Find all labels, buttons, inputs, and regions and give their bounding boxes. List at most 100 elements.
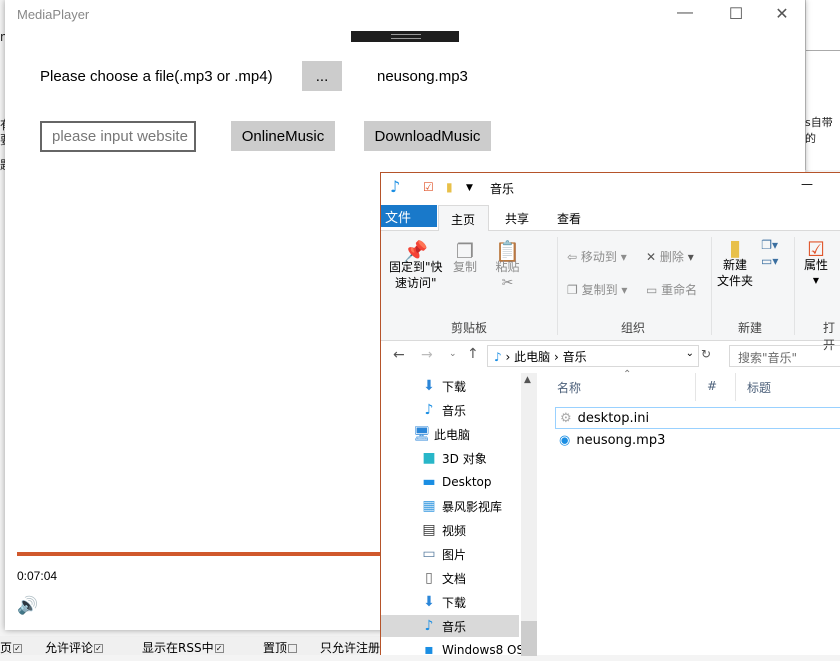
properties-label: 属性 xyxy=(804,258,829,272)
new-folder-label: 新建 xyxy=(723,258,748,272)
properties-button[interactable]: ☑ 属性 ▼ xyxy=(804,237,829,289)
forward-icon[interactable]: → xyxy=(421,347,433,363)
drive-icon: ▪ xyxy=(424,642,434,658)
paste-button[interactable]: 📋 粘贴 ✂ xyxy=(495,239,520,291)
group-label: 新建 xyxy=(738,321,763,335)
paste-label: 粘贴 xyxy=(495,260,520,274)
nav-item-documents[interactable]: ▯ 文档 xyxy=(421,567,466,589)
file-row[interactable]: ◉ neusong.mp3 xyxy=(555,429,840,451)
cut-icon[interactable]: ✂ xyxy=(495,275,520,291)
nav-item-downloads[interactable]: ⬇ 下载 xyxy=(421,375,466,397)
column-header-title[interactable]: 标题 xyxy=(747,379,771,396)
scroll-up-icon[interactable]: ▲ xyxy=(524,375,531,385)
close-button[interactable]: ✕ xyxy=(767,4,797,24)
nav-item-desktop[interactable]: ▬ Desktop xyxy=(421,471,491,493)
browse-button[interactable]: ... xyxy=(302,61,342,91)
nav-label: 暴风影视库 xyxy=(442,499,503,514)
nav-label: 下载 xyxy=(442,379,467,394)
delete-button[interactable]: ✕ 删除 ▾ xyxy=(646,249,694,265)
file-name: desktop.ini xyxy=(577,410,650,426)
video-library-icon: ▦ xyxy=(422,498,436,514)
nav-item-baofeng[interactable]: ▦ 暴风影视库 xyxy=(421,495,502,517)
volume-icon[interactable]: 🔊 xyxy=(17,596,38,616)
download-icon: ⬇ xyxy=(423,594,435,610)
copy-button[interactable]: ❐ 复制 xyxy=(453,241,477,275)
selected-file-name: neusong.mp3 xyxy=(377,68,468,85)
pin-icon: 📌 xyxy=(403,239,429,263)
nav-item-downloads-2[interactable]: ⬇ 下载 xyxy=(421,591,466,613)
nav-label: 图片 xyxy=(442,547,467,562)
scrollbar-thumb[interactable] xyxy=(521,621,537,656)
online-music-button[interactable]: OnlineMusic xyxy=(231,121,335,151)
download-music-button[interactable]: DownloadMusic xyxy=(364,121,491,151)
file-list: ⌃ 名称 # 标题 ⚙ desktop.ini ◉ neusong.mp3 xyxy=(541,369,840,656)
option-show-in-rss[interactable]: 显示在RSS中 ✓ xyxy=(142,639,224,656)
recent-chevron-icon[interactable]: ⌄ xyxy=(449,349,457,359)
rename-button[interactable]: ▭ 重命名 xyxy=(646,282,697,298)
nav-label: 3D 对象 xyxy=(442,451,487,466)
new-folder-button[interactable]: ▮ 新建 文件夹 xyxy=(717,236,753,289)
address-box[interactable]: ♪ › 此电脑 › 音乐 ⌄ xyxy=(487,345,699,367)
file-name: neusong.mp3 xyxy=(576,432,666,448)
nav-label: 文档 xyxy=(442,571,467,586)
group-label: 组织 xyxy=(621,321,646,335)
tab-home[interactable]: 主页 xyxy=(438,205,489,232)
properties-icon[interactable]: ☑ xyxy=(423,180,434,194)
nav-item-videos[interactable]: ▤ 视频 xyxy=(421,519,466,541)
website-input[interactable]: please input website xyxy=(40,121,196,152)
pin-label: 固定到"快 xyxy=(389,260,443,274)
nav-item-this-pc[interactable]: 🖥 此电脑 xyxy=(413,423,470,445)
nav-label: 此电脑 xyxy=(434,427,471,442)
nav-label: 音乐 xyxy=(442,403,467,418)
tab-share[interactable]: 共享 xyxy=(493,205,541,231)
settings-file-icon: ⚙ xyxy=(560,410,572,426)
nav-item-windows-drive[interactable]: ▪ Windows8 OS xyxy=(421,639,524,661)
download-icon: ⬇ xyxy=(423,378,435,394)
quick-access-toolbar: ♪ ☑ ▮ ▼ 音乐 — xyxy=(381,173,840,203)
properties-icon: ☑ xyxy=(807,237,825,261)
pin-label: 速访问" xyxy=(395,276,437,290)
column-header-number[interactable]: # xyxy=(707,379,717,393)
progress-bar[interactable] xyxy=(17,552,387,556)
chevron-down-icon[interactable]: ▼ xyxy=(466,183,473,193)
navigation-pane: ⬇ 下载 ♪ 音乐 🖥 此电脑 ■ 3D 对象 ▬ Desktop ▦ 暴风影视库 ▤ 视频 … xyxy=(381,373,524,658)
refresh-icon[interactable]: ↻ xyxy=(701,347,711,361)
maximize-button[interactable]: ☐ xyxy=(721,4,751,24)
nav-item-music[interactable]: ♪ 音乐 xyxy=(421,399,466,421)
folder-icon: ▮ xyxy=(728,236,742,261)
computer-icon: 🖥 xyxy=(413,426,431,442)
breadcrumb-pc[interactable]: 此电脑 xyxy=(514,350,550,364)
option-allow-comments[interactable]: 允许评论 ✓ xyxy=(45,639,104,656)
option-pin-top[interactable]: 置顶 xyxy=(263,639,298,656)
nav-item-pictures[interactable]: ▭ 图片 xyxy=(421,543,466,565)
breadcrumb-music[interactable]: 音乐 xyxy=(563,350,587,364)
new-item-icon[interactable]: ❐▾ ▭▾ xyxy=(761,237,778,269)
music-note-icon: ♪ xyxy=(424,618,434,634)
move-to-button[interactable]: ⇦ 移动到 ▾ xyxy=(567,249,627,265)
search-input[interactable]: 搜索"音乐" xyxy=(729,345,840,367)
music-note-icon: ♪ xyxy=(390,177,401,196)
nav-item-3d-objects[interactable]: ■ 3D 对象 xyxy=(421,447,487,469)
file-explorer-window: ♪ ☑ ▮ ▼ 音乐 — 文件 主页 共享 查看 📌 固定到"快 速访问" ❐ … xyxy=(380,172,840,658)
address-bar-row: ← → ⌄ ↑ ♪ › 此电脑 › 音乐 ⌄ ↻ 搜索"音乐" xyxy=(381,343,840,369)
folder-icon[interactable]: ▮ xyxy=(446,180,453,194)
minimize-button[interactable]: — xyxy=(801,177,813,191)
clipboard-icon: 📋 xyxy=(495,239,520,263)
file-row[interactable]: ⚙ desktop.ini xyxy=(555,407,840,429)
option-page[interactable]: 页 ✓ xyxy=(0,639,23,656)
copy-to-button[interactable]: ❐ 复制到 ▾ xyxy=(567,282,627,298)
nav-item-music-selected[interactable]: ♪ 音乐 xyxy=(381,615,519,637)
up-icon[interactable]: ↑ xyxy=(467,346,479,362)
column-header-name[interactable]: 名称 xyxy=(557,379,581,396)
tab-file[interactable]: 文件 xyxy=(381,205,437,227)
pin-quick-access-button[interactable]: 📌 固定到"快 速访问" xyxy=(389,239,443,291)
drag-handle[interactable] xyxy=(351,31,459,42)
back-icon[interactable]: ← xyxy=(393,347,405,363)
delete-label: 删除 xyxy=(659,250,684,264)
minimize-button[interactable]: — xyxy=(670,4,700,22)
tab-view[interactable]: 查看 xyxy=(545,205,593,231)
nav-scrollbar[interactable]: ▲ xyxy=(521,373,537,656)
desktop-icon: ▬ xyxy=(422,474,436,490)
chevron-down-icon[interactable]: ⌄ xyxy=(686,348,694,359)
option-registered-only[interactable]: 只允许注册 xyxy=(320,639,380,656)
